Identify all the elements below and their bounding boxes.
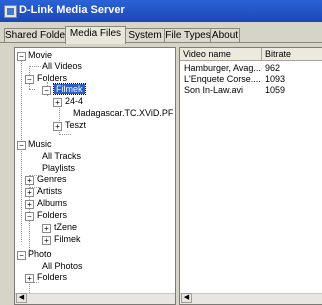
video-name-cell[interactable]: Son In-Law.avi [184, 85, 243, 95]
tab-about[interactable]: About [210, 28, 240, 43]
window-title: D-Link Media Server [19, 4, 125, 16]
video-list[interactable]: Video name Bitrate Hamburger, Avag... 96… [179, 47, 322, 305]
tree-item-teszt[interactable]: Teszt [65, 120, 86, 131]
tree-item-music-folders[interactable]: Folders [37, 210, 67, 221]
tree-item-photo-folders[interactable]: Folders [37, 272, 67, 283]
expand-icon[interactable]: + [53, 122, 62, 131]
collapse-icon[interactable]: − [17, 141, 26, 150]
expand-icon[interactable]: + [25, 176, 34, 185]
tree-item-music[interactable]: Music [28, 139, 52, 150]
scroll-left-icon[interactable]: ◀ [16, 293, 27, 303]
expand-icon[interactable]: + [42, 236, 51, 245]
bitrate-cell: 1059 [265, 85, 286, 95]
tree-item-all-photos[interactable]: All Photos [42, 261, 83, 272]
tree-item-filmek-music[interactable]: Filmek [54, 234, 81, 245]
tab-system[interactable]: System [124, 28, 166, 43]
tab-divider [0, 42, 322, 43]
tab-file-types[interactable]: File Types [164, 28, 212, 43]
tab-media-files[interactable]: Media Files [65, 26, 126, 44]
tree-item-movie[interactable]: Movie [28, 50, 52, 61]
app-icon [4, 5, 17, 18]
bitrate-cell: 1093 [265, 74, 286, 84]
video-name-cell[interactable]: Hamburger, Avag... [184, 63, 261, 73]
title-bar: D-Link Media Server [0, 0, 322, 22]
expand-icon[interactable]: + [25, 200, 34, 209]
tree-item-genres[interactable]: Genres [37, 174, 67, 185]
tree-item-madagascar[interactable]: Madagascar.TC.XViD.PF [73, 108, 173, 119]
tree-item-folders[interactable]: Folders [37, 73, 67, 84]
tree-item-tzene[interactable]: tZene [54, 222, 77, 233]
video-name-cell[interactable]: L'Enquete Corse.... [184, 74, 261, 84]
tree-item-artists[interactable]: Artists [37, 186, 62, 197]
expand-icon[interactable]: + [53, 98, 62, 107]
scroll-left-icon[interactable]: ◀ [181, 293, 192, 303]
tree-item-filmek[interactable]: Filmek [53, 83, 86, 95]
column-header-bitrate[interactable]: Bitrate [262, 48, 322, 61]
media-tree[interactable]: − Movie All Videos − Folders − Filmek + … [14, 47, 176, 305]
expand-icon[interactable]: + [25, 188, 34, 197]
collapse-icon[interactable]: − [25, 212, 34, 221]
tree-item-photo[interactable]: Photo [28, 249, 52, 260]
expand-icon[interactable]: + [25, 274, 34, 283]
tree-item-playlists[interactable]: Playlists [42, 163, 75, 174]
tree-item-albums[interactable]: Albums [37, 198, 67, 209]
bitrate-cell: 962 [265, 63, 281, 73]
collapse-icon[interactable]: − [42, 86, 51, 95]
collapse-icon[interactable]: − [17, 52, 26, 61]
tree-item-filmek-selected: Filmek [53, 83, 86, 95]
collapse-icon[interactable]: − [25, 75, 34, 84]
tree-item-24-4[interactable]: 24-4 [65, 96, 83, 107]
tab-shared-folder[interactable]: Shared Folder [4, 28, 68, 43]
list-hscrollbar[interactable]: ◀ [180, 293, 322, 304]
tree-hscrollbar[interactable]: ◀ [15, 293, 175, 304]
tree-item-all-tracks[interactable]: All Tracks [42, 151, 81, 162]
tree-item-all-videos[interactable]: All Videos [42, 61, 82, 72]
column-header-video-name[interactable]: Video name [180, 48, 262, 61]
expand-icon[interactable]: + [42, 224, 51, 233]
tab-bar: Shared Folder Media Files System File Ty… [0, 26, 322, 44]
collapse-icon[interactable]: − [17, 251, 26, 260]
